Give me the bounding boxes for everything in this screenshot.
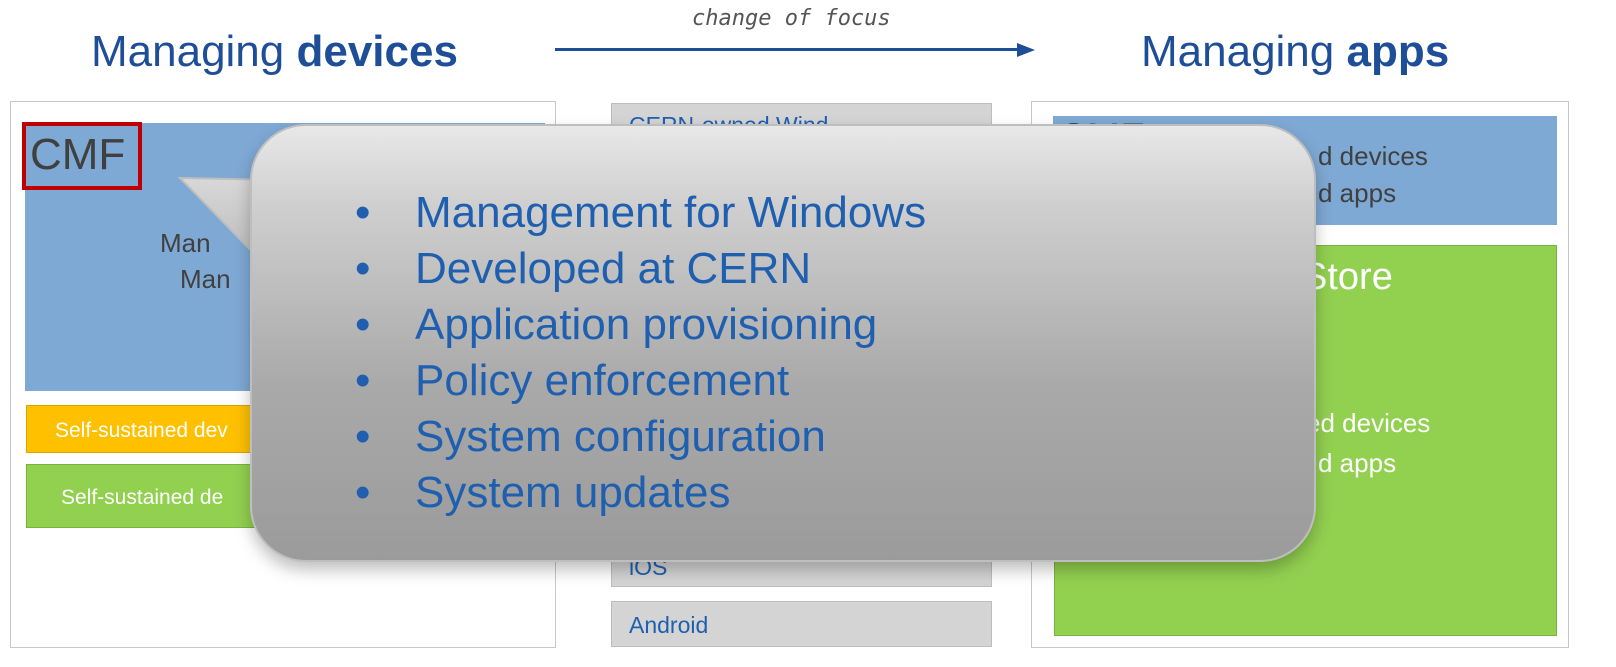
bullet-glyph: • <box>355 244 371 293</box>
callout-bullet-item: • Application provisioning <box>355 297 926 353</box>
callout-bullet-text: Policy enforcement <box>415 356 790 405</box>
arrow-label: change of focus <box>692 6 891 31</box>
callout-bullet-item: • Management for Windows <box>355 185 926 241</box>
cmf-highlight-box <box>22 122 142 190</box>
callout-bullet-list: • Management for Windows • Developed at CE… <box>355 185 926 521</box>
callout-bullet-item: • System configuration <box>355 409 926 465</box>
heading-managing-apps: Managing apps <box>1141 27 1449 77</box>
callout-bullet-item: • Policy enforcement <box>355 353 926 409</box>
heading-managing-devices: Managing devices <box>91 27 458 77</box>
android-label: Android <box>629 612 709 638</box>
heading-left-bold: devices <box>296 27 458 76</box>
arrow-shaft <box>555 48 1019 51</box>
heading-right-prefix: Managing <box>1141 27 1347 76</box>
orange-bar-label: Self-sustained dev <box>55 419 228 442</box>
bullet-glyph: • <box>355 356 371 405</box>
arrow-head-icon <box>1017 43 1035 57</box>
heading-left-prefix: Managing <box>91 27 297 76</box>
bullet-glyph: • <box>355 468 371 517</box>
store-line-1: ed devices <box>1306 408 1431 438</box>
bullet-glyph: • <box>355 188 371 237</box>
callout-bullet-text: Application provisioning <box>415 300 878 349</box>
callout-bullet-text: Management for Windows <box>415 188 927 237</box>
bullet-glyph: • <box>355 412 371 461</box>
right-cmf-line-2: d apps <box>1318 178 1397 208</box>
heading-right-bold: apps <box>1346 27 1450 76</box>
change-of-focus-arrow <box>555 43 1035 57</box>
bullet-glyph: • <box>355 300 371 349</box>
callout-bullet-item: • System updates <box>355 465 926 521</box>
callout-bullet-text: Developed at CERN <box>415 244 812 293</box>
green-bar-label: Self-sustained de <box>61 486 224 509</box>
store-line-2: d apps <box>1318 448 1397 478</box>
callout-bullet-text: System updates <box>415 468 731 517</box>
callout-bullet-item: • Developed at CERN <box>355 241 926 297</box>
right-cmf-line-1: d devices <box>1318 141 1428 171</box>
callout-bullet-text: System configuration <box>415 412 826 461</box>
